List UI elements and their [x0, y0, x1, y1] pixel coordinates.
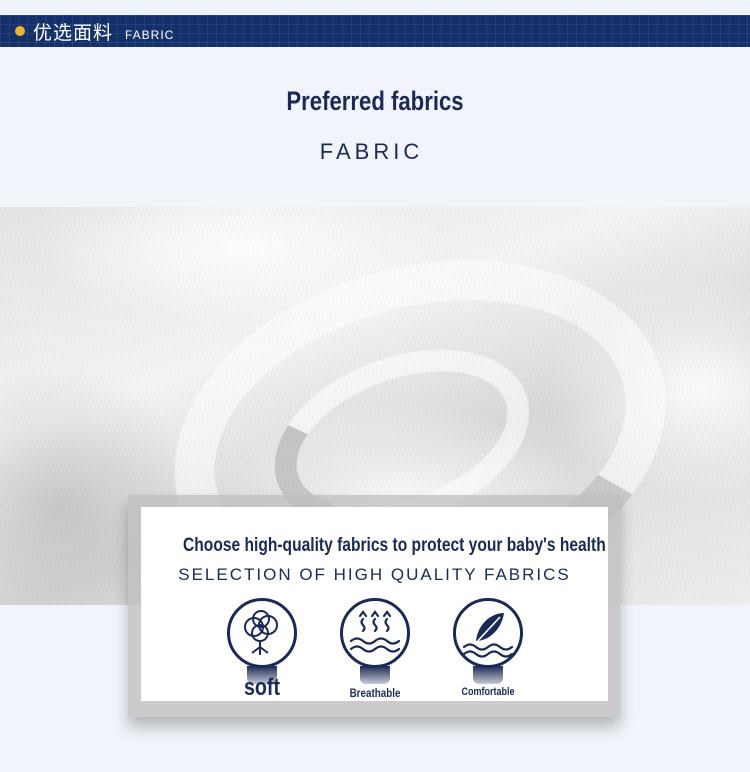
section-title: Preferred fabrics	[286, 86, 464, 116]
feature-comfortable: Comfortable	[443, 598, 533, 698]
feature-label-soft: soft	[243, 674, 281, 701]
bullet-dot-icon	[15, 26, 25, 36]
header-title-en: FABRIC	[125, 28, 175, 42]
top-strip	[0, 0, 750, 15]
card-headline: Choose high-quality fabrics to protect y…	[183, 535, 606, 556]
feather-icon	[462, 613, 514, 658]
feature-label-comfortable: Comfortable	[461, 686, 515, 698]
section-header-bar: 优选面料 FABRIC	[0, 15, 750, 47]
section-subtitle: FABRIC	[319, 139, 424, 164]
breathable-waves-icon	[349, 610, 401, 653]
header-title-cn: 优选面料	[33, 22, 114, 44]
cotton-icon	[244, 610, 278, 655]
feature-soft: soft	[217, 598, 307, 701]
badge-stem	[473, 666, 503, 684]
feature-card: Choose high-quality fabrics to protect y…	[141, 507, 608, 701]
badge-stem	[360, 666, 390, 684]
feature-label-breathable: Breathable	[349, 686, 401, 700]
card-subheadline: SELECTION OF HIGH QUALITY FABRICS	[178, 565, 571, 584]
feature-breathable: Breathable	[330, 598, 420, 700]
